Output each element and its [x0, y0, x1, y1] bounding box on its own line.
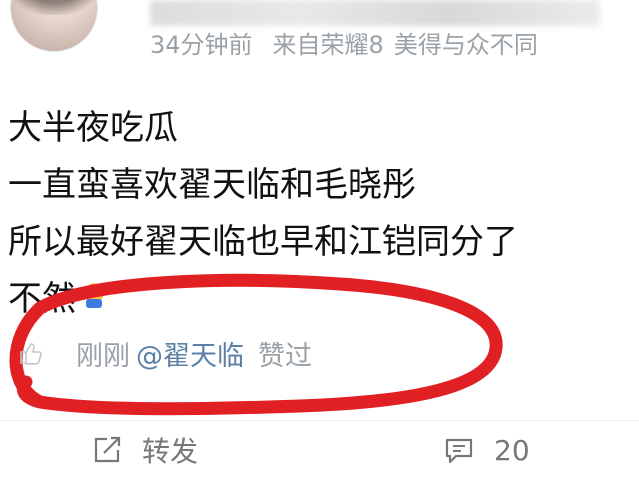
post-content: 大半夜吃瓜 一直蛮喜欢翟天临和毛晓彤 所以最好翟天临也早和江铠同分了 不然 — [8, 100, 628, 328]
post-time: 34分钟前 — [150, 30, 253, 59]
post-source-tagline: 美得与众不同 — [393, 30, 538, 59]
repost-button[interactable]: 转发 — [90, 428, 198, 472]
post-meta: 34分钟前 来自荣耀8 美得与众不同 — [150, 25, 538, 60]
username-blurred — [150, 0, 600, 26]
user-mention-link[interactable]: @翟天临 — [136, 334, 244, 373]
comment-icon — [445, 438, 473, 464]
content-line: 一直蛮喜欢翟天临和毛晓彤 — [8, 165, 416, 205]
like-time: 刚刚 — [76, 340, 130, 372]
face-with-hands-emoji — [84, 283, 104, 308]
content-line: 不然 — [8, 271, 628, 328]
post-header: 34分钟前 来自荣耀8 美得与众不同 — [0, 0, 639, 78]
content-line: 大半夜吃瓜 — [8, 108, 178, 148]
like-action-text: 赞过 — [258, 340, 312, 372]
comment-button[interactable]: 20 — [442, 428, 530, 472]
divider — [0, 420, 639, 421]
post-source[interactable]: 来自荣耀8 — [273, 25, 384, 60]
repost-icon — [94, 436, 121, 463]
thumbs-up-icon — [20, 343, 42, 365]
content-line: 所以最好翟天临也早和江铠同分了 — [8, 222, 518, 262]
avatar[interactable] — [10, 0, 98, 52]
comment-count: 20 — [494, 433, 530, 467]
like-activity-row: 刚刚 @翟天临 赞过 — [18, 330, 312, 376]
repost-label: 转发 — [142, 435, 199, 468]
